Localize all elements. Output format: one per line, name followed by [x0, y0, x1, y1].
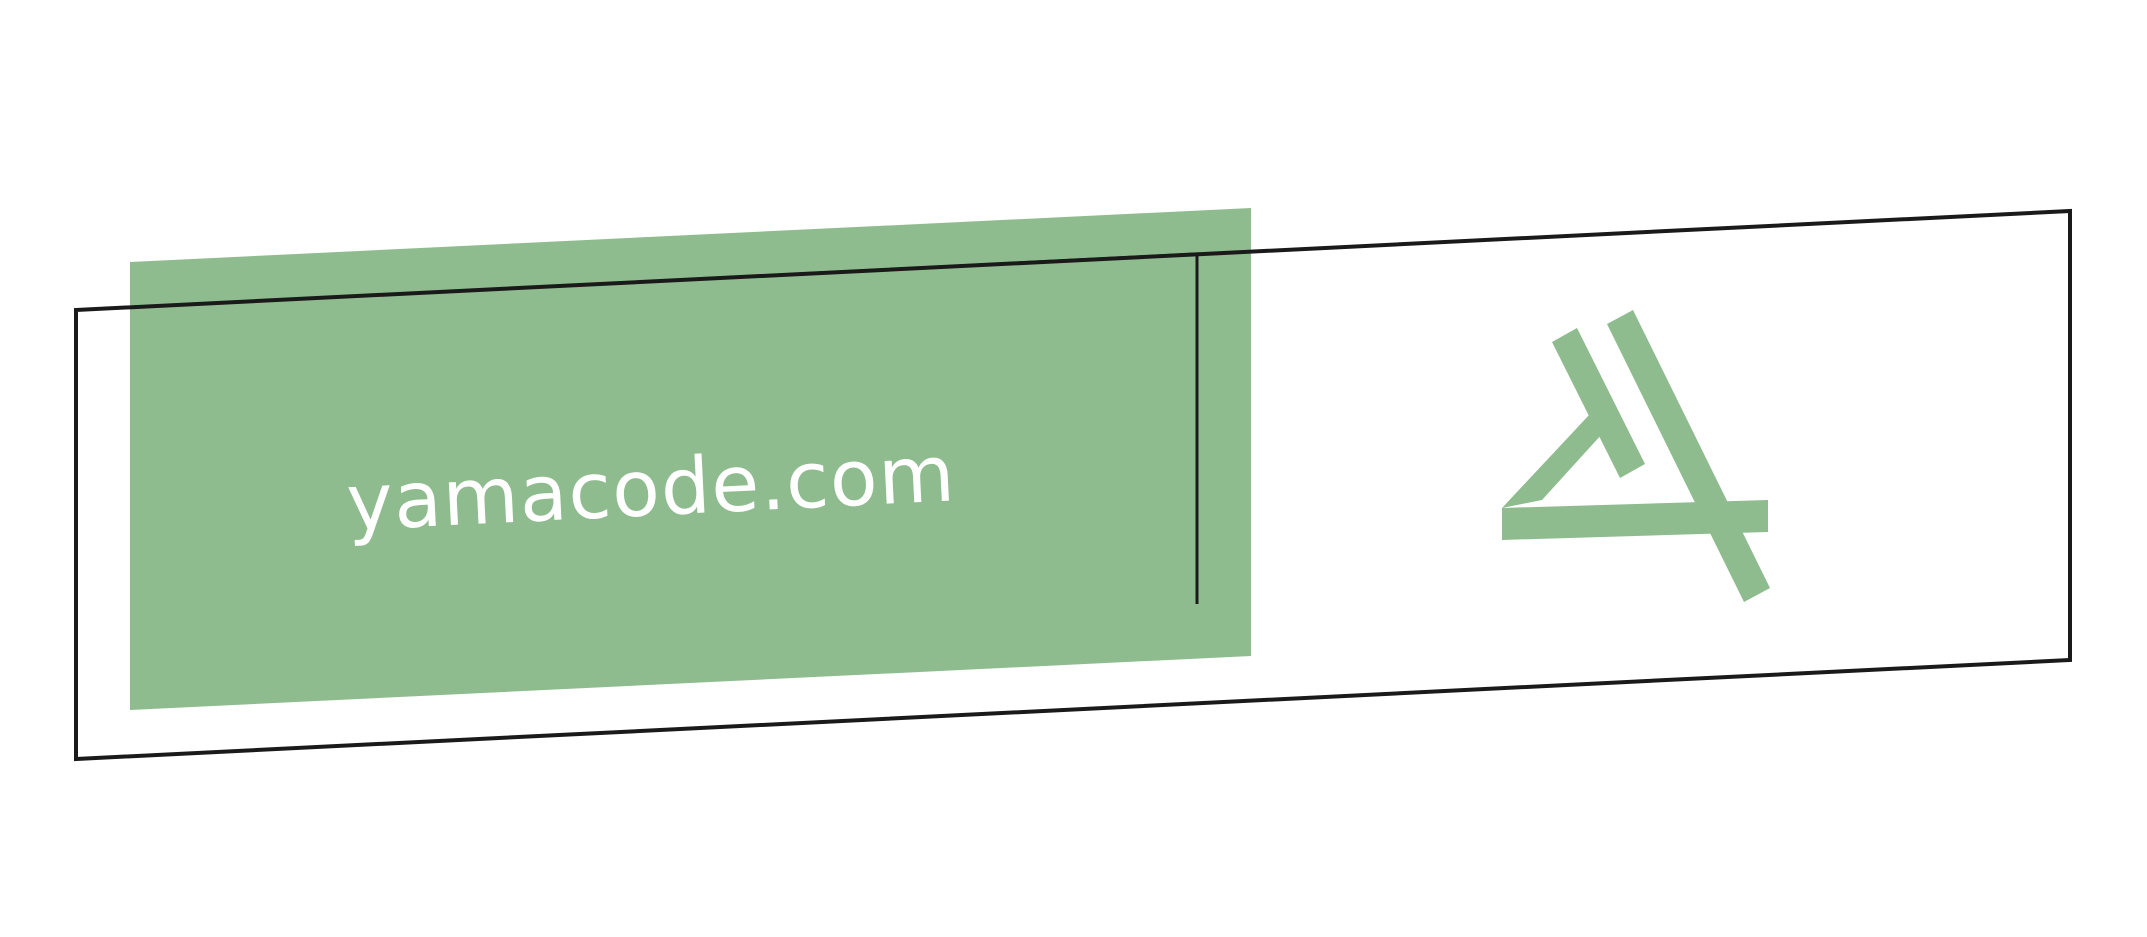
yamacode-monogram-icon [1502, 310, 1770, 602]
yamacode-logo: yamacode.com [74, 208, 2072, 762]
